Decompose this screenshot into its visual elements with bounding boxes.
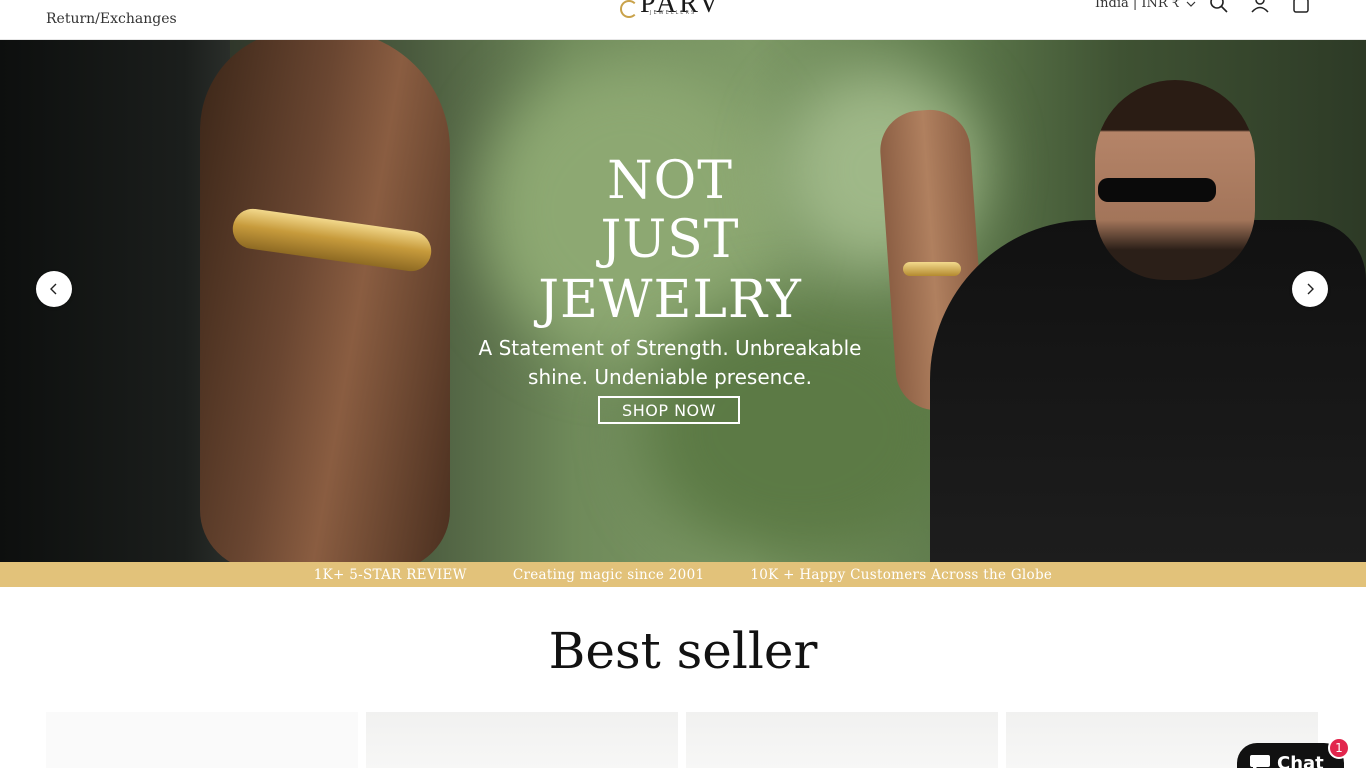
hero-title-line1: NOT [607,151,733,211]
best-seller-heading: Best seller [548,622,818,680]
locale-label: India | INR ₹ [1095,0,1181,11]
chevron-down-icon [1186,1,1196,7]
hero-model-sleeve [0,40,230,562]
hero-gold-bangle [903,262,961,276]
announcement-marquee: 1K+ 5-STAR REVIEW Creating magic since 2… [0,562,1366,587]
account-icon[interactable] [1250,0,1270,14]
product-card[interactable] [686,712,998,768]
logo-mark-icon [620,0,638,18]
chat-notification-badge: 1 [1328,737,1350,759]
search-icon[interactable] [1209,0,1229,14]
hero-model-sunglasses [1098,178,1216,202]
site-header: Return/Exchanges PARV JEWELLERS India | … [0,0,1366,40]
product-grid [46,712,1318,768]
shop-now-button[interactable]: SHOP NOW [598,396,740,424]
cart-icon[interactable] [1291,0,1311,14]
country-currency-selector[interactable]: India | INR ₹ [1095,0,1196,11]
chat-bubble-icon [1250,755,1270,768]
hero-title-line2: JUST JEWELRY [538,210,802,330]
hero-copy: NOT JUST JEWELRY A Statement of Strength… [460,152,880,392]
chat-label: Chat [1277,752,1324,768]
marquee-item: 10K + Happy Customers Across the Globe [750,566,1053,583]
chevron-left-icon [50,283,57,295]
logo-subtext: JEWELLERS [650,10,697,16]
marquee-item: Creating magic since 2001 [512,566,705,583]
hero-subtitle-line1: A Statement of Strength. Unbreakable [478,336,862,360]
hero-model-arm [200,40,450,562]
next-slide-button[interactable] [1292,271,1328,307]
chevron-right-icon [1307,283,1314,295]
product-card[interactable] [366,712,678,768]
hero-subtitle-line2: shine. Undeniable presence. [528,365,812,389]
previous-slide-button[interactable] [36,271,72,307]
return-exchanges-link[interactable]: Return/Exchanges [46,11,177,27]
site-logo[interactable]: PARV JEWELLERS [620,0,722,18]
product-card[interactable] [46,712,358,768]
marquee-item: 1K+ 5-STAR REVIEW [313,566,467,583]
hero-slideshow: NOT JUST JEWELRY A Statement of Strength… [0,40,1366,562]
